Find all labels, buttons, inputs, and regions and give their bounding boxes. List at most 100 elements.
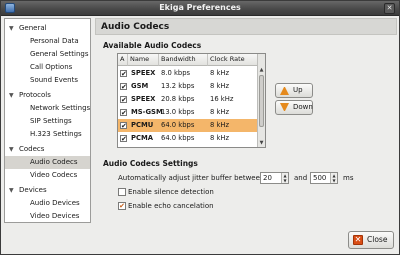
jitter-and-label: and bbox=[294, 174, 308, 182]
tree-item-sip-settings[interactable]: SIP Settings bbox=[5, 115, 90, 128]
arrow-up-icon bbox=[280, 86, 289, 95]
codec-active-checkbox[interactable]: ✔ bbox=[120, 96, 127, 104]
codec-active-checkbox[interactable]: ✔ bbox=[120, 122, 127, 130]
window-title: Ekiga Preferences bbox=[159, 3, 241, 12]
codec-active-checkbox[interactable]: ✔ bbox=[120, 83, 127, 91]
available-codecs-heading: Available Audio Codecs bbox=[103, 41, 202, 50]
tree-label: Devices bbox=[19, 186, 47, 194]
jitter-label: Automatically adjust jitter buffer betwe… bbox=[118, 174, 265, 182]
codec-bandwidth: 20.8 kbps bbox=[161, 95, 195, 103]
tree-label: Audio Devices bbox=[30, 199, 80, 207]
jitter-min-value: 20 bbox=[263, 174, 272, 182]
jitter-min-spinbox[interactable]: 20 ▲ ▼ bbox=[260, 172, 289, 184]
arrow-down-icon bbox=[280, 103, 289, 112]
tree-item-general-settings[interactable]: General Settings bbox=[5, 48, 90, 61]
codec-name: PCMA bbox=[131, 134, 153, 142]
tree-group-general[interactable]: ▼ General bbox=[5, 22, 90, 35]
tree-item-video-devices[interactable]: Video Devices bbox=[5, 210, 90, 222]
expander-icon[interactable]: ▼ bbox=[9, 143, 14, 156]
jitter-max-spinbox[interactable]: 500 ▲ ▼ bbox=[310, 172, 338, 184]
preferences-tree: ▼ General Personal Data General Settings… bbox=[4, 18, 91, 223]
tree-item-sound-events[interactable]: Sound Events bbox=[5, 74, 90, 87]
codec-bandwidth: 64.0 kbps bbox=[161, 121, 195, 129]
expander-icon[interactable]: ▼ bbox=[9, 22, 14, 35]
codec-clock-rate: 8 kHz bbox=[210, 108, 230, 116]
close-icon: ✕ bbox=[353, 235, 363, 245]
codec-clock-rate: 8 kHz bbox=[210, 69, 230, 77]
tree-label: Sound Events bbox=[30, 76, 78, 84]
move-up-button[interactable]: Up bbox=[275, 83, 313, 98]
tree-label: Call Options bbox=[30, 63, 73, 71]
move-down-button[interactable]: Down bbox=[275, 100, 313, 115]
codec-name: MS-GSM bbox=[131, 108, 163, 116]
tree-label: Video Codecs bbox=[30, 171, 78, 179]
tree-label: Codecs bbox=[19, 145, 45, 153]
scroll-down-arrow-icon[interactable]: ▼ bbox=[258, 139, 265, 147]
tree-item-personal-data[interactable]: Personal Data bbox=[5, 35, 90, 48]
move-up-label: Up bbox=[293, 86, 303, 94]
table-row[interactable]: ✔ MS-GSM 13.0 kbps 8 kHz bbox=[118, 106, 258, 119]
tree-group-protocols[interactable]: ▼ Protocols bbox=[5, 89, 90, 102]
column-header-active[interactable]: A bbox=[118, 54, 128, 66]
tree-label: Protocols bbox=[19, 91, 51, 99]
close-label: Close bbox=[367, 235, 388, 244]
codec-table: A Name Bandwidth Clock Rate ✔ SPEEX 8.0 … bbox=[117, 53, 266, 148]
title-bar[interactable]: Ekiga Preferences ✕ bbox=[1, 1, 399, 16]
codec-clock-rate: 8 kHz bbox=[210, 134, 230, 142]
codec-active-checkbox[interactable]: ✔ bbox=[120, 70, 127, 78]
echo-cancelation-label[interactable]: Enable echo cancelation bbox=[128, 202, 214, 210]
silence-detection-label[interactable]: Enable silence detection bbox=[128, 188, 214, 196]
table-row[interactable]: ✔ SPEEX 20.8 kbps 16 kHz bbox=[118, 93, 258, 106]
expander-icon[interactable]: ▼ bbox=[9, 89, 14, 102]
codec-clock-rate: 16 kHz bbox=[210, 95, 234, 103]
silence-detection-checkbox[interactable] bbox=[118, 188, 126, 196]
codec-settings-heading: Audio Codecs Settings bbox=[103, 159, 198, 168]
tree-item-h323-settings[interactable]: H.323 Settings bbox=[5, 128, 90, 141]
codec-clock-rate: 8 kHz bbox=[210, 121, 230, 129]
tree-item-video-codecs[interactable]: Video Codecs bbox=[5, 169, 90, 182]
tree-label: General bbox=[19, 24, 47, 32]
page-title: Audio Codecs bbox=[95, 18, 397, 35]
jitter-max-value: 500 bbox=[313, 174, 327, 182]
spin-arrows-icon[interactable]: ▲ ▼ bbox=[281, 173, 288, 183]
scroll-thumb[interactable] bbox=[259, 75, 264, 127]
expander-icon[interactable]: ▼ bbox=[9, 184, 14, 197]
column-header-name[interactable]: Name bbox=[128, 54, 159, 66]
tree-item-network-settings[interactable]: Network Settings bbox=[5, 102, 90, 115]
window-close-icon[interactable]: ✕ bbox=[384, 3, 395, 14]
tree-label: Video Devices bbox=[30, 212, 80, 220]
close-button[interactable]: ✕ Close bbox=[348, 231, 394, 249]
echo-cancelation-checkbox[interactable]: ✔ bbox=[118, 202, 126, 210]
tree-item-audio-devices[interactable]: Audio Devices bbox=[5, 197, 90, 210]
codec-name: PCMU bbox=[131, 121, 154, 129]
tree-label: General Settings bbox=[30, 50, 89, 58]
tree-group-devices[interactable]: ▼ Devices bbox=[5, 184, 90, 197]
tree-item-audio-codecs[interactable]: Audio Codecs bbox=[5, 156, 90, 169]
codec-bandwidth: 64.0 kbps bbox=[161, 134, 195, 142]
tree-group-codecs[interactable]: ▼ Codecs bbox=[5, 143, 90, 156]
scroll-up-arrow-icon[interactable]: ▲ bbox=[258, 66, 265, 74]
preferences-window: Ekiga Preferences ✕ ▼ General Personal D… bbox=[0, 0, 400, 255]
move-down-label: Down bbox=[293, 103, 313, 111]
table-row[interactable]: ✔ PCMA 64.0 kbps 8 kHz bbox=[118, 132, 258, 145]
codec-bandwidth: 13.2 kbps bbox=[161, 82, 195, 90]
tree-label: SIP Settings bbox=[30, 117, 72, 125]
tree-item-call-options[interactable]: Call Options bbox=[5, 61, 90, 74]
codec-clock-rate: 8 kHz bbox=[210, 82, 230, 90]
codec-bandwidth: 13.0 kbps bbox=[161, 108, 195, 116]
codec-bandwidth: 8.0 kbps bbox=[161, 69, 191, 77]
column-header-bandwidth[interactable]: Bandwidth bbox=[159, 54, 208, 66]
table-row[interactable]: ✔ SPEEX 8.0 kbps 8 kHz bbox=[118, 67, 258, 80]
table-row[interactable]: ✔ GSM 13.2 kbps 8 kHz bbox=[118, 80, 258, 93]
table-scrollbar[interactable]: ▲ ▼ bbox=[257, 54, 265, 147]
codec-active-checkbox[interactable]: ✔ bbox=[120, 135, 127, 143]
codec-name: SPEEX bbox=[131, 95, 156, 103]
tree-label: H.323 Settings bbox=[30, 130, 82, 138]
tree-label: Personal Data bbox=[30, 37, 79, 45]
spin-arrows-icon[interactable]: ▲ ▼ bbox=[330, 173, 337, 183]
column-header-clock-rate[interactable]: Clock Rate bbox=[208, 54, 258, 66]
codec-active-checkbox[interactable]: ✔ bbox=[120, 109, 127, 117]
table-row-selected[interactable]: ✔ PCMU 64.0 kbps 8 kHz bbox=[118, 119, 258, 132]
tree-label: Audio Codecs bbox=[30, 158, 78, 166]
codec-name: SPEEX bbox=[131, 69, 156, 77]
